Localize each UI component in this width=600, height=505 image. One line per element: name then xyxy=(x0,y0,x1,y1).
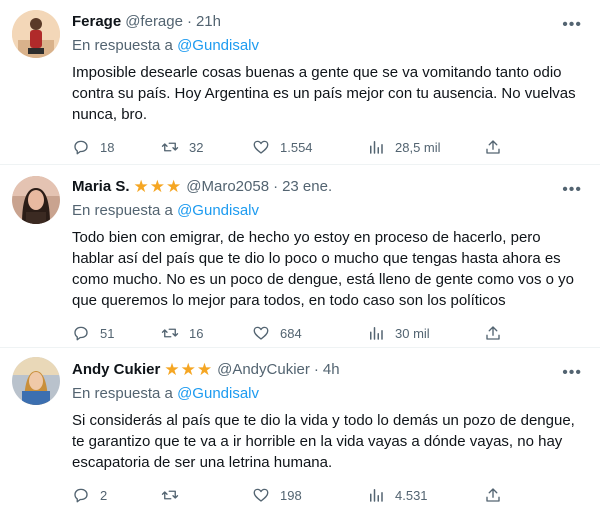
reply-count: 51 xyxy=(100,325,115,341)
share-button[interactable] xyxy=(484,323,502,343)
reply-context: En respuesta a @Gundisalv xyxy=(72,384,584,404)
retweet-button[interactable]: 32 xyxy=(161,137,203,157)
tweet-text: Todo bien con emigrar, de hecho yo estoy… xyxy=(72,227,582,311)
tweet-actions: 2 198 4.531 xyxy=(72,485,584,505)
reply-context: En respuesta a @Gundisalv xyxy=(72,201,584,221)
comment-bubble-icon xyxy=(74,140,88,155)
display-name[interactable]: Maria S. xyxy=(72,177,130,197)
retweet-arrows-icon xyxy=(161,142,179,152)
tweet[interactable]: ••• Maria S. ★ ★ ★ @Maro2058 · 23 ene. En … xyxy=(0,165,600,348)
tweet-text: Imposible desearle cosas buenas a gente … xyxy=(72,62,582,125)
star-icon: ★ xyxy=(196,360,214,379)
views-button[interactable]: 4.531 xyxy=(367,485,428,505)
like-button[interactable]: 684 xyxy=(252,323,302,343)
tweet-text-line: que queremos lo mejor para todos, en tod… xyxy=(72,292,506,309)
comment-bubble-icon xyxy=(74,488,88,503)
user-handle[interactable]: @AndyCukier xyxy=(217,360,310,380)
retweet-arrows-icon xyxy=(161,328,179,338)
tweet-text-line: contra su país. Hoy Argentina es un país… xyxy=(72,85,576,102)
reply-button[interactable]: 2 xyxy=(72,485,107,505)
tweet[interactable]: ••• Ferage @ferage · 21h En respuesta a … xyxy=(0,0,600,165)
tweet-header: Maria S. ★ ★ ★ @Maro2058 · 23 ene. xyxy=(72,177,584,197)
comment-bubble-icon xyxy=(74,326,88,341)
tweet-actions: 18 32 1.554 28,5 mil xyxy=(72,137,584,157)
star-icon: ★ xyxy=(149,177,167,196)
more-dots-icon[interactable]: ••• xyxy=(562,17,582,33)
reply-mention[interactable]: @Gundisalv xyxy=(177,37,259,54)
avatar[interactable] xyxy=(12,357,60,405)
views-count: 28,5 mil xyxy=(395,139,441,155)
star-icon: ★ xyxy=(133,177,150,196)
display-name[interactable]: Andy Cukier xyxy=(72,360,160,380)
share-upload-icon xyxy=(486,488,500,502)
tweet-header: Ferage @ferage · 21h xyxy=(72,12,584,32)
star-icon: ★ xyxy=(166,177,183,196)
tweet-header: Andy Cukier ★ ★ ★ @AndyCukier · 4h xyxy=(72,360,584,380)
retweet-count: 32 xyxy=(189,139,204,155)
reply-prefix: En respuesta a xyxy=(72,385,173,402)
heart-outline-icon xyxy=(253,488,269,502)
bar-chart-icon xyxy=(370,489,383,502)
views-count: 30 mil xyxy=(395,325,430,341)
reply-count: 2 xyxy=(100,487,108,503)
timestamp[interactable]: 23 ene. xyxy=(282,177,332,197)
heart-outline-icon xyxy=(253,326,269,340)
share-upload-icon xyxy=(486,326,500,340)
star-badges: ★ ★ ★ xyxy=(134,177,183,197)
reply-prefix: En respuesta a xyxy=(72,37,173,54)
tweet-text-line: Si considerás al país que te dio la vida… xyxy=(72,412,575,429)
tweet-text-line: hablar así del país que te dio lo poco o… xyxy=(72,250,561,267)
more-dots-icon[interactable]: ••• xyxy=(562,365,582,381)
views-button[interactable]: 28,5 mil xyxy=(367,137,441,157)
timestamp[interactable]: 4h xyxy=(323,360,340,380)
views-button[interactable]: 30 mil xyxy=(367,323,430,343)
share-button[interactable] xyxy=(484,485,502,505)
star-badges: ★ ★ ★ xyxy=(164,360,213,380)
retweet-count: 16 xyxy=(189,325,204,341)
reply-mention[interactable]: @Gundisalv xyxy=(177,202,259,219)
share-upload-icon xyxy=(486,140,500,154)
star-icon: ★ xyxy=(180,360,197,379)
bar-chart-icon xyxy=(370,327,383,340)
reply-count: 18 xyxy=(100,139,115,155)
tweet-text-line: nunca, bro. xyxy=(72,106,148,123)
separator-dot: · xyxy=(313,361,319,378)
separator-dot: · xyxy=(186,13,192,30)
tweet[interactable]: ••• Andy Cukier ★ ★ ★ @AndyCukier · 4h En … xyxy=(0,348,600,505)
views-count: 4.531 xyxy=(395,487,428,503)
like-button[interactable]: 198 xyxy=(252,485,302,505)
tweet-text: Si considerás al país que te dio la vida… xyxy=(72,410,582,473)
user-handle[interactable]: @ferage xyxy=(125,12,183,32)
heart-outline-icon xyxy=(253,140,269,154)
tweet-text-line: Imposible desearle cosas buenas a gente … xyxy=(72,64,562,81)
like-count: 684 xyxy=(280,325,302,341)
reply-mention[interactable]: @Gundisalv xyxy=(177,385,259,402)
separator-dot: · xyxy=(273,178,279,195)
tweet-text-line: escapatoria de ser una letrina humana. xyxy=(72,454,333,471)
reply-context: En respuesta a @Gundisalv xyxy=(72,36,584,56)
timestamp[interactable]: 21h xyxy=(196,12,221,32)
share-button[interactable] xyxy=(484,137,502,157)
reply-button[interactable]: 18 xyxy=(72,137,114,157)
avatar[interactable] xyxy=(12,10,60,58)
like-count: 198 xyxy=(280,487,302,503)
like-button[interactable]: 1.554 xyxy=(252,137,313,157)
tweet-text-line: te garantizo que te va a ir horrible en … xyxy=(72,433,563,450)
display-name[interactable]: Ferage xyxy=(72,12,121,32)
retweet-arrows-icon xyxy=(161,490,179,500)
retweet-button[interactable] xyxy=(161,485,189,505)
avatar[interactable] xyxy=(12,176,60,224)
more-dots-icon[interactable]: ••• xyxy=(562,182,582,198)
star-icon: ★ xyxy=(164,360,181,379)
like-count: 1.554 xyxy=(280,139,313,155)
reply-button[interactable]: 51 xyxy=(72,323,114,343)
tweet-text-line: como mucho. No es un poco de dengue, est… xyxy=(72,271,574,288)
tweet-text-line: Todo bien con emigrar, de hecho yo estoy… xyxy=(72,229,541,246)
retweet-button[interactable]: 16 xyxy=(161,323,203,343)
user-handle[interactable]: @Maro2058 xyxy=(186,177,269,197)
reply-prefix: En respuesta a xyxy=(72,202,173,219)
bar-chart-icon xyxy=(370,141,383,154)
tweet-actions: 51 16 684 30 mil xyxy=(72,323,584,343)
